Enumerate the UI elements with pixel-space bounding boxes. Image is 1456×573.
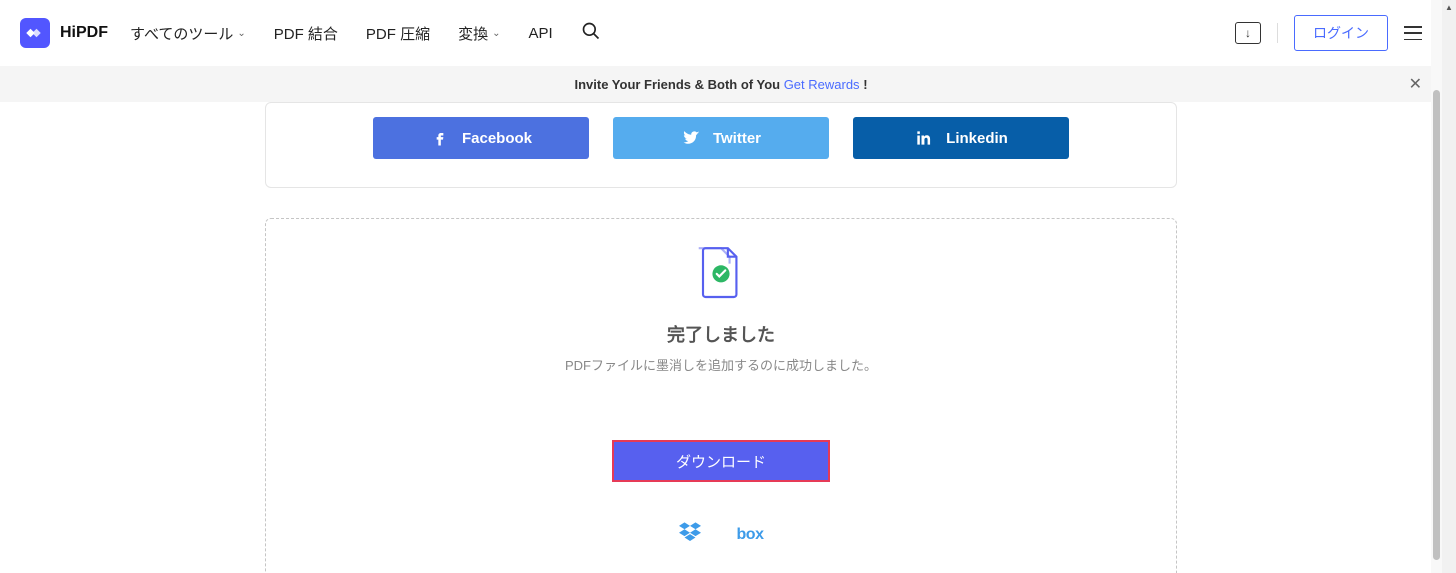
nav-all-tools[interactable]: すべてのツール ⌄ — [130, 23, 246, 44]
desktop-download-icon[interactable] — [1235, 22, 1261, 44]
brand-logo[interactable] — [20, 18, 50, 48]
linkedin-icon — [914, 128, 934, 148]
scroll-up-arrow-icon[interactable]: ▲ — [1442, 0, 1456, 14]
divider — [1277, 23, 1278, 43]
result-subtitle: PDFファイルに墨消しを追加するのに成功しました。 — [286, 355, 1156, 374]
nav-compress-label: PDF 圧縮 — [366, 23, 430, 44]
success-file-icon — [286, 243, 1156, 303]
nav-api[interactable]: API — [529, 25, 553, 42]
header-right: ログイン — [1235, 15, 1422, 51]
download-button[interactable]: ダウンロード — [612, 440, 830, 482]
share-twitter-button[interactable]: Twitter — [613, 117, 829, 159]
share-twitter-label: Twitter — [713, 130, 761, 147]
nav-convert-label: 変換 — [458, 23, 488, 44]
scrollbar-thumb[interactable] — [1433, 90, 1440, 560]
menu-icon[interactable] — [1404, 26, 1422, 40]
share-linkedin-label: Linkedin — [946, 130, 1008, 147]
logo-icon — [26, 24, 44, 42]
login-button[interactable]: ログイン — [1294, 15, 1388, 51]
nav-compress[interactable]: PDF 圧縮 — [366, 23, 430, 44]
main-nav: すべてのツール ⌄ PDF 結合 PDF 圧縮 変換 ⌄ API — [130, 23, 553, 44]
share-linkedin-button[interactable]: Linkedin — [853, 117, 1069, 159]
banner-suffix: ! — [863, 77, 867, 92]
share-facebook-button[interactable]: Facebook — [373, 117, 589, 159]
cloud-save-row: box — [286, 522, 1156, 547]
box-icon[interactable]: box — [737, 526, 764, 544]
twitter-icon — [681, 128, 701, 148]
main-content: Facebook Twitter Linkedin 完 — [265, 102, 1177, 573]
share-card: Facebook Twitter Linkedin — [265, 102, 1177, 188]
close-icon[interactable]: ✕ — [1409, 74, 1422, 94]
result-title: 完了しました — [286, 321, 1156, 347]
share-facebook-label: Facebook — [462, 130, 532, 147]
banner-rewards-link[interactable]: Get Rewards — [784, 77, 860, 92]
dropbox-icon[interactable] — [679, 522, 701, 547]
result-card: 完了しました PDFファイルに墨消しを追加するのに成功しました。 ダウンロード … — [265, 218, 1177, 573]
chevron-down-icon: ⌄ — [492, 28, 500, 39]
banner-prefix: Invite Your Friends & Both of You — [574, 77, 783, 92]
nav-merge[interactable]: PDF 結合 — [274, 23, 338, 44]
nav-convert[interactable]: 変換 ⌄ — [458, 23, 500, 44]
outer-scrollbar[interactable] — [1442, 14, 1456, 573]
invite-banner: Invite Your Friends & Both of You Get Re… — [0, 66, 1442, 102]
nav-merge-label: PDF 結合 — [274, 23, 338, 44]
inner-scrollbar[interactable] — [1431, 0, 1442, 573]
nav-all-tools-label: すべてのツール — [130, 23, 233, 44]
nav-api-label: API — [529, 25, 553, 42]
chevron-down-icon: ⌄ — [237, 28, 245, 39]
search-icon[interactable] — [581, 21, 601, 46]
facebook-icon — [430, 128, 450, 148]
brand-name[interactable]: HiPDF — [60, 24, 108, 42]
header: HiPDF すべてのツール ⌄ PDF 結合 PDF 圧縮 変換 ⌄ API — [0, 0, 1442, 66]
